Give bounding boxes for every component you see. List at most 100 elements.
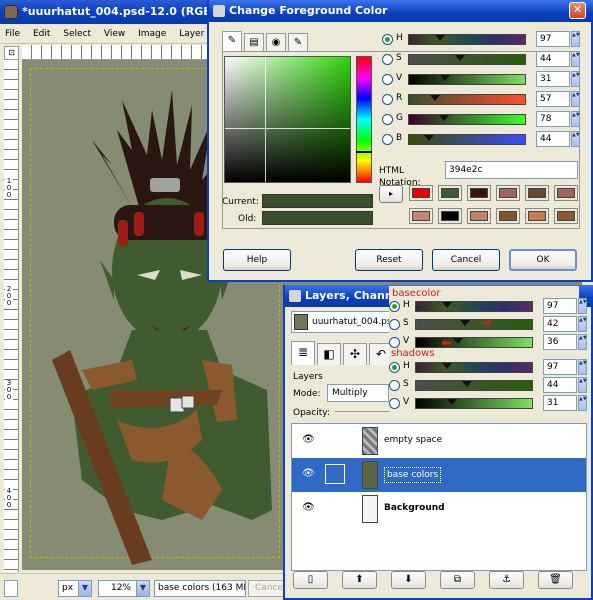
history-color-swatch[interactable] <box>554 185 578 201</box>
spin-arrows-icon[interactable]: ▲▼ <box>578 395 587 411</box>
channel-spinbutton-r[interactable]: 57 <box>536 91 570 107</box>
channel-radio-g[interactable] <box>382 114 393 125</box>
history-color-swatch[interactable] <box>525 185 549 201</box>
eye-icon[interactable]: 👁 <box>302 469 315 479</box>
spin-arrows-icon[interactable]: ▲▼ <box>578 316 587 332</box>
channel-radio-r[interactable] <box>382 94 393 105</box>
slider-thumb[interactable] <box>435 35 446 41</box>
history-color-swatch[interactable] <box>496 185 520 201</box>
history-color-swatch[interactable] <box>467 185 491 201</box>
vertical-ruler[interactable]: 1 0 0 2 0 0 3 0 0 4 0 0 <box>4 60 19 572</box>
history-color-swatch[interactable] <box>467 208 491 224</box>
channel-slider-v[interactable] <box>415 398 533 409</box>
history-color-swatch[interactable] <box>409 208 433 224</box>
slider-thumb[interactable] <box>446 399 457 405</box>
saturation-value-square[interactable] <box>224 56 351 183</box>
menu-layer[interactable]: Layer <box>174 24 209 44</box>
slider-thumb[interactable] <box>439 115 450 121</box>
spin-arrows-icon[interactable]: ▲▼ <box>571 71 580 87</box>
channel-radio-h[interactable] <box>389 301 400 312</box>
channel-radio-s[interactable] <box>389 380 400 391</box>
spin-arrows-icon[interactable]: ▲▼ <box>571 31 580 47</box>
slider-thumb[interactable] <box>429 95 440 101</box>
history-color-swatch[interactable] <box>409 185 433 201</box>
menu-image[interactable]: Image <box>133 24 171 44</box>
channel-radio-h[interactable] <box>389 362 400 373</box>
duplicate-layer-button[interactable]: ⧉ <box>440 571 475 589</box>
history-color-swatch[interactable] <box>496 208 520 224</box>
delete-layer-button[interactable]: 🗑 <box>538 571 573 589</box>
channel-slider-s[interactable] <box>408 54 526 65</box>
help-button[interactable]: Help <box>223 249 291 271</box>
channel-slider-v[interactable] <box>415 337 533 348</box>
channel-spinbutton-s[interactable]: 44 <box>543 377 577 393</box>
eye-icon[interactable]: 👁 <box>302 435 315 445</box>
channel-spinbutton-h[interactable]: 97 <box>543 298 577 314</box>
tab-triangle-selector[interactable]: ◉ <box>266 33 286 51</box>
channel-slider-h[interactable] <box>415 301 533 312</box>
menu-select[interactable]: Select <box>58 24 96 44</box>
channel-slider-b[interactable] <box>408 134 526 145</box>
eye-icon[interactable]: 👁 <box>302 503 315 513</box>
image-select[interactable]: uuurhatut_004.psd-1 <box>291 311 395 333</box>
spin-arrows-icon[interactable]: ▲▼ <box>571 111 580 127</box>
channel-radio-v[interactable] <box>389 398 400 409</box>
lower-layer-button[interactable]: ⬇ <box>391 571 426 589</box>
channel-slider-r[interactable] <box>408 94 526 105</box>
channel-spinbutton-v[interactable]: 36 <box>543 334 577 350</box>
channel-slider-g[interactable] <box>408 114 526 125</box>
fg-dialog-titlebar[interactable]: Change Foreground Color ✕ <box>209 0 593 22</box>
channel-slider-h[interactable] <box>415 362 533 373</box>
raise-layer-button[interactable]: ⬆ <box>342 571 377 589</box>
menu-file[interactable]: File <box>0 24 25 44</box>
menu-view[interactable]: View <box>99 24 130 44</box>
slider-thumb[interactable] <box>424 135 435 141</box>
slider-thumb[interactable] <box>442 363 453 369</box>
spin-arrows-icon[interactable]: ▲▼ <box>578 377 587 393</box>
reset-button[interactable]: Reset <box>355 249 423 271</box>
chain-link-toggle[interactable] <box>325 464 345 484</box>
layer-row-base-colors[interactable]: 👁 base colors <box>292 458 586 492</box>
slider-thumb[interactable] <box>439 75 450 81</box>
channel-slider-s[interactable] <box>415 319 533 330</box>
history-color-swatch[interactable] <box>525 208 549 224</box>
channel-spinbutton-g[interactable]: 78 <box>536 111 570 127</box>
close-button[interactable]: ✕ <box>569 2 586 19</box>
hue-strip[interactable] <box>356 56 372 183</box>
tab-channels[interactable]: ◧ <box>317 343 341 365</box>
layer-row-background[interactable]: 👁 Background <box>292 492 586 526</box>
slider-thumb[interactable] <box>452 338 463 344</box>
old-color-swatch[interactable] <box>262 211 373 225</box>
channel-slider-v[interactable] <box>408 74 526 85</box>
tab-layers[interactable]: ≣ <box>291 341 315 365</box>
spin-arrows-icon[interactable]: ▲▼ <box>578 359 587 375</box>
channel-spinbutton-h[interactable]: 97 <box>543 359 577 375</box>
slider-thumb[interactable] <box>459 320 470 326</box>
tab-gimp-selector[interactable]: ✎ <box>222 31 242 51</box>
ruler-corner-button[interactable]: ⊡ <box>4 46 19 60</box>
channel-spinbutton-s[interactable]: 42 <box>543 316 577 332</box>
slider-thumb[interactable] <box>442 302 453 308</box>
channel-slider-h[interactable] <box>408 34 526 45</box>
unit-select[interactable]: px ▼ <box>58 580 92 597</box>
spin-arrows-icon[interactable]: ▲▼ <box>571 91 580 107</box>
spin-arrows-icon[interactable]: ▲▼ <box>571 51 580 67</box>
channel-spinbutton-v[interactable]: 31 <box>536 71 570 87</box>
quick-mask-toggle[interactable] <box>4 580 18 597</box>
slider-thumb[interactable] <box>462 381 473 387</box>
history-color-swatch[interactable] <box>438 185 462 201</box>
cancel-button[interactable]: Cancel <box>432 249 500 271</box>
channel-slider-s[interactable] <box>415 380 533 391</box>
history-color-swatch[interactable] <box>438 208 462 224</box>
mode-select[interactable]: Multiply <box>327 384 389 402</box>
chain-link-toggle[interactable] <box>325 430 345 450</box>
slider-thumb[interactable] <box>455 55 466 61</box>
channel-spinbutton-b[interactable]: 44 <box>536 131 570 147</box>
channel-radio-s[interactable] <box>389 319 400 330</box>
ok-button[interactable]: OK <box>509 249 577 271</box>
menu-edit[interactable]: Edit <box>28 24 55 44</box>
channel-spinbutton-h[interactable]: 97 <box>536 31 570 47</box>
channel-spinbutton-v[interactable]: 31 <box>543 395 577 411</box>
channel-radio-v[interactable] <box>389 337 400 348</box>
zoom-select[interactable]: 12% ▼ <box>98 580 150 597</box>
